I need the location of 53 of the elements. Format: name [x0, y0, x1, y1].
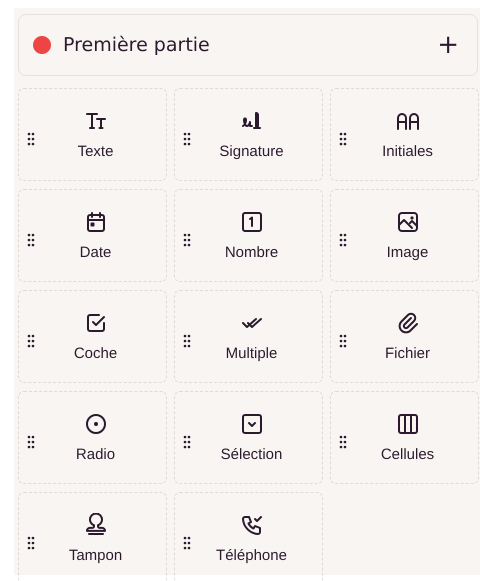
field-label: Coche — [74, 345, 118, 362]
field-tile[interactable]: Image — [330, 189, 479, 282]
field-label: Date — [80, 244, 112, 261]
phone-check-icon — [240, 513, 264, 537]
field-tile[interactable]: Tampon — [18, 492, 167, 581]
drag-handle-icon[interactable] — [27, 536, 35, 550]
radio-icon — [84, 412, 108, 436]
drag-handle-icon[interactable] — [183, 434, 191, 448]
field-label: Fichier — [384, 345, 430, 362]
dropdown-box-icon — [240, 412, 264, 436]
field-tile[interactable]: Date — [18, 189, 167, 282]
drag-handle-icon[interactable] — [183, 132, 191, 146]
field-tile[interactable]: Coche — [18, 290, 167, 383]
columns-icon — [396, 412, 420, 436]
drag-handle-icon[interactable] — [339, 232, 347, 246]
field-tile[interactable]: Nombre — [174, 189, 323, 282]
field-label: Texte — [78, 143, 114, 160]
field-label: Nombre — [224, 244, 278, 261]
number-box-icon — [240, 210, 264, 234]
stamp-icon — [84, 513, 108, 537]
field-tile[interactable]: Sélection — [174, 391, 323, 484]
image-icon — [396, 210, 420, 234]
field-tile[interactable]: Cellules — [330, 391, 479, 484]
drag-handle-icon[interactable] — [183, 536, 191, 550]
field-tile[interactable]: Fichier — [330, 290, 479, 383]
drag-handle-icon[interactable] — [27, 434, 35, 448]
drag-handle-icon[interactable] — [183, 334, 191, 348]
field-label: Initiales — [382, 143, 433, 160]
field-label: Cellules — [380, 446, 434, 463]
field-label: Tampon — [68, 547, 122, 564]
field-tile[interactable]: Multiple — [174, 290, 323, 383]
field-tile[interactable]: Téléphone — [174, 492, 323, 581]
field-tile[interactable]: Texte — [18, 88, 167, 181]
field-label: Radio — [76, 446, 116, 463]
drag-handle-icon[interactable] — [339, 132, 347, 146]
field-tile[interactable]: Radio — [18, 391, 167, 484]
field-tile[interactable]: Signature — [174, 88, 323, 181]
field-label: Téléphone — [216, 547, 287, 564]
field-label: Image — [386, 244, 428, 261]
field-tile[interactable]: Initiales — [330, 88, 479, 181]
drag-handle-icon[interactable] — [27, 132, 35, 146]
add-button[interactable]: + — [433, 32, 463, 58]
drag-handle-icon[interactable] — [339, 434, 347, 448]
party-selector[interactable]: Première partie + — [18, 14, 478, 76]
field-label: Signature — [219, 143, 284, 160]
drag-handle-icon[interactable] — [339, 334, 347, 348]
field-label: Sélection — [220, 446, 282, 463]
drag-handle-icon[interactable] — [27, 232, 35, 246]
party-name: Première partie — [63, 34, 211, 56]
paperclip-icon — [396, 311, 420, 335]
drag-handle-icon[interactable] — [183, 232, 191, 246]
field-label: Multiple — [226, 345, 278, 362]
drag-handle-icon[interactable] — [27, 334, 35, 348]
